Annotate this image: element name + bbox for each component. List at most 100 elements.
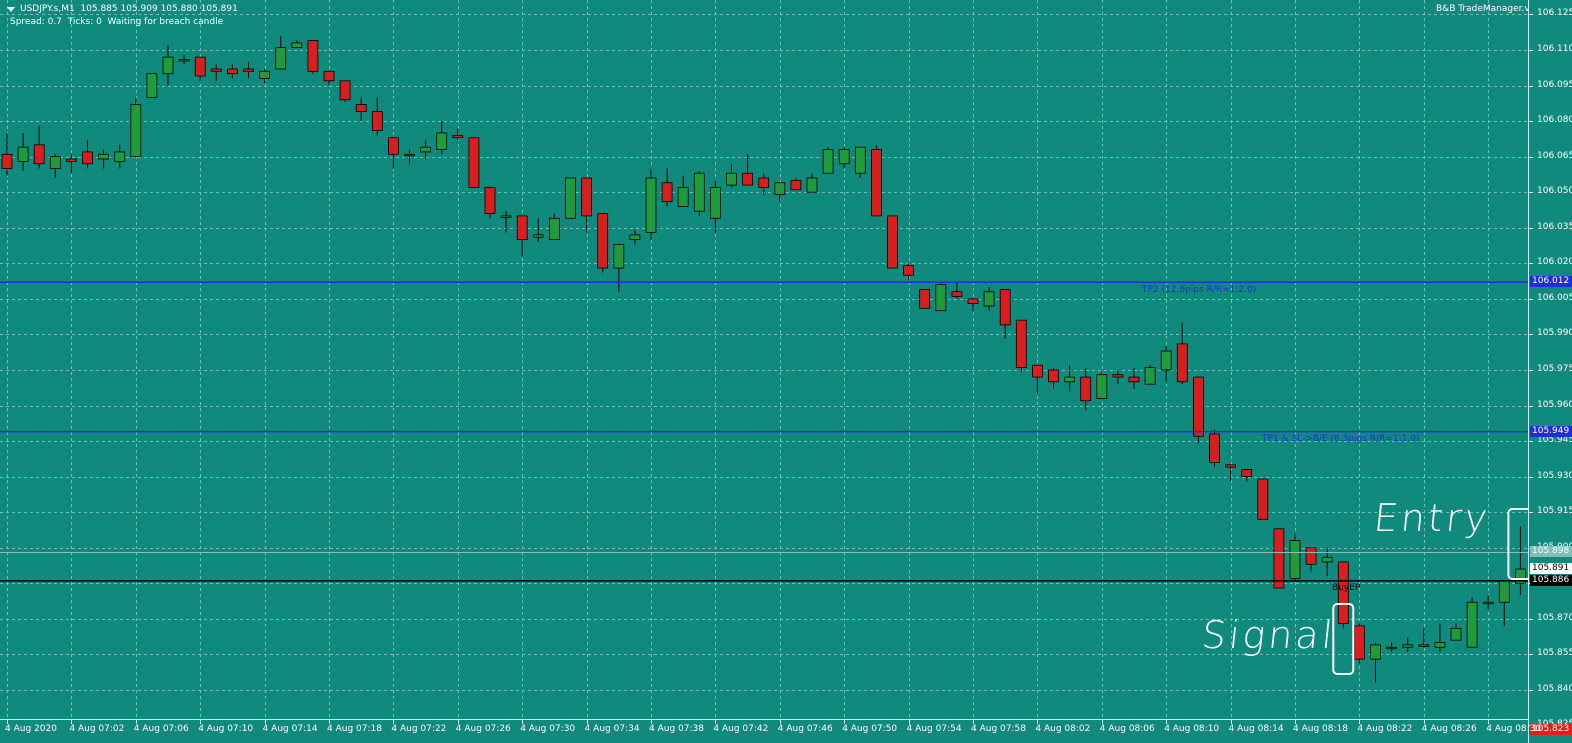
price-tick-label: 106.095 <box>1537 79 1572 90</box>
grid <box>0 0 1528 719</box>
candle-body <box>98 153 109 160</box>
time-tick-label: 4 Aug 07:18 <box>327 724 382 734</box>
candle <box>1144 365 1156 385</box>
time-tick-label: 4 Aug 07:26 <box>455 724 511 734</box>
candle-body <box>226 68 238 75</box>
candle-body <box>1482 601 1494 605</box>
candle <box>629 230 641 245</box>
candle <box>114 144 126 169</box>
price-tick <box>1529 654 1533 656</box>
candle <box>1209 429 1220 468</box>
candle-body <box>243 68 254 72</box>
candle <box>98 149 109 169</box>
candle <box>1257 478 1269 520</box>
candle-body <box>210 68 222 72</box>
time-tick <box>7 720 8 724</box>
time-tick-label: 4 Aug 08:30 <box>1486 724 1542 734</box>
time-tick-label: 4 Aug 07:54 <box>906 724 962 734</box>
candle-body <box>339 80 351 101</box>
candle <box>871 144 882 217</box>
candle <box>983 287 995 311</box>
candle-body <box>871 149 882 217</box>
candle <box>1418 628 1430 648</box>
candle <box>371 97 383 136</box>
price-tick-label: 105.870 <box>1537 612 1572 623</box>
candle-body <box>33 144 45 165</box>
candle <box>1241 469 1253 482</box>
price-tick-label: 105.915 <box>1537 506 1572 517</box>
price-tick-label: 105.930 <box>1537 470 1572 481</box>
candle-body <box>1386 646 1397 650</box>
candle <box>693 170 705 216</box>
candle-body <box>903 265 914 276</box>
candle <box>452 128 464 141</box>
price-tick <box>1529 85 1533 87</box>
candle-body <box>726 172 737 186</box>
candle <box>339 80 351 103</box>
time-tick <box>71 720 73 724</box>
symbol-info: USDJPY.s,M1 105.885 105.909 105.880 105.… <box>20 4 238 14</box>
price-tick <box>1529 298 1533 300</box>
time-axis[interactable]: 4 Aug 2020 4 Aug 07:02 4 Aug 07:06 4 Aug 07… <box>0 719 1541 743</box>
candle <box>758 173 770 195</box>
candle-body <box>1048 369 1059 383</box>
candle-body <box>259 70 271 79</box>
candle-body <box>420 146 432 153</box>
candle-body <box>1273 528 1285 589</box>
candle <box>436 121 448 155</box>
price-tick-label: 105.990 <box>1537 328 1572 339</box>
time-tick <box>1101 720 1103 724</box>
time-tick-label: 4 Aug 07:42 <box>713 724 769 734</box>
collapse-icon[interactable] <box>7 7 15 12</box>
candle-body <box>17 146 29 162</box>
candle <box>307 40 319 74</box>
time-tick-label: 4 Aug 07:46 <box>777 724 833 734</box>
price-axis[interactable]: 106.125 106.110 106.095 106.080 106.065 106.0… <box>1528 0 1572 743</box>
candle <box>1466 597 1478 648</box>
price-tick-label: 106.005 <box>1537 292 1572 303</box>
price-tick <box>1529 441 1533 443</box>
signal-annotation: Signal <box>1199 613 1338 657</box>
candle-body <box>1402 644 1414 648</box>
price-chart[interactable] <box>0 0 1528 719</box>
candle <box>549 213 560 241</box>
candle-body <box>677 187 689 207</box>
price-tick <box>1529 14 1533 16</box>
entry-highlight-box <box>1507 508 1528 580</box>
price-tick <box>1529 334 1533 336</box>
candle-body <box>371 111 383 131</box>
candle <box>33 125 45 169</box>
price-tick <box>1529 263 1533 265</box>
candle-body <box>693 172 705 212</box>
time-tick <box>1230 720 1232 724</box>
candle <box>1289 533 1301 581</box>
candle-body <box>790 179 802 191</box>
candle <box>661 168 673 207</box>
candle-body <box>355 104 367 113</box>
candle-body <box>1305 547 1317 565</box>
candle-body <box>1418 644 1430 647</box>
candle-body <box>1015 319 1027 368</box>
price-tick <box>1529 689 1533 691</box>
candle <box>838 147 850 169</box>
price-tick <box>1529 476 1533 478</box>
time-tick <box>1359 720 1361 724</box>
time-tick-label: 4 Aug 07:14 <box>262 724 318 734</box>
chart-window[interactable]: USDJPY.s,M1 105.885 105.909 105.880 105.… <box>0 0 1572 743</box>
candle-body <box>452 134 464 139</box>
time-tick-label: 4 Aug 07:50 <box>842 724 898 734</box>
candle <box>742 154 753 186</box>
candle <box>516 215 528 257</box>
time-tick <box>393 720 395 724</box>
candle-body <box>661 182 673 203</box>
candle-body <box>1354 625 1365 660</box>
candle-body <box>565 177 576 219</box>
entry-annotation: Entry <box>1371 496 1493 540</box>
candle <box>178 54 190 65</box>
candle <box>1305 547 1317 572</box>
candle <box>726 163 737 188</box>
time-tick <box>1037 720 1039 724</box>
candle <box>1337 561 1349 629</box>
candle <box>887 215 898 269</box>
candle-body <box>130 104 142 158</box>
